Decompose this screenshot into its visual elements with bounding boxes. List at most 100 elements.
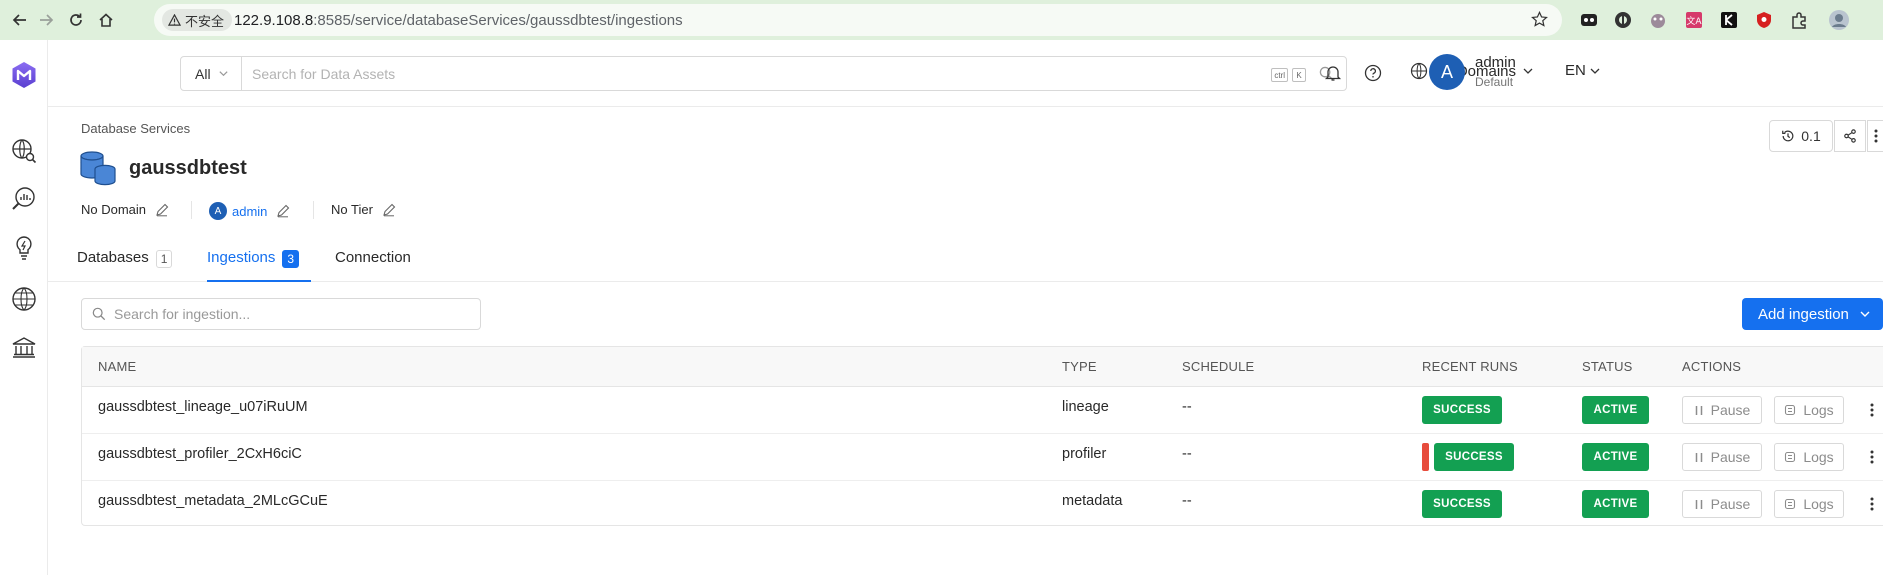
column-header-actions: ACTIONS	[1682, 359, 1742, 374]
forward-icon[interactable]	[31, 5, 61, 35]
warning-icon	[168, 13, 181, 26]
tab-label: Connection	[335, 249, 411, 266]
table-row: gaussdbtest_profiler_2CxH6ciC profiler -…	[82, 434, 1883, 481]
pause-button[interactable]: Pause	[1682, 396, 1762, 424]
ingestion-schedule: --	[1182, 446, 1192, 462]
pause-label: Pause	[1710, 402, 1751, 418]
table-header: NAME TYPE SCHEDULE RECENT RUNS STATUS AC…	[82, 347, 1883, 387]
extension-icon-1[interactable]	[1578, 9, 1600, 31]
domain-field: No Domain	[81, 202, 169, 217]
home-icon[interactable]	[91, 5, 121, 35]
divider	[191, 201, 192, 219]
browser-toolbar: 不安全 122.9.108.8:8585/service/databaseSer…	[0, 0, 1883, 40]
failed-run-indicator[interactable]	[1422, 443, 1429, 471]
status-badge: ACTIVE	[1582, 490, 1649, 518]
logs-icon	[1785, 404, 1796, 416]
help-icon[interactable]	[1362, 62, 1384, 84]
recent-run-badge[interactable]: SUCCESS	[1434, 443, 1514, 471]
logs-button[interactable]: Logs	[1774, 490, 1844, 518]
breadcrumb[interactable]: Database Services	[81, 121, 190, 136]
tab-label: Databases	[77, 249, 149, 266]
column-header-status: STATUS	[1582, 359, 1633, 374]
search-input[interactable]	[242, 57, 1346, 90]
ingestion-name: gaussdbtest_metadata_2MLcGCuE	[98, 493, 328, 509]
security-indicator[interactable]: 不安全	[162, 9, 233, 31]
tab-ingestions[interactable]: Ingestions 3	[207, 249, 311, 282]
extension-icon-4[interactable]: 文A	[1683, 9, 1705, 31]
profile-avatar-icon[interactable]	[1828, 9, 1850, 31]
language-selector[interactable]: EN	[1565, 62, 1601, 79]
owner-field: A admin	[209, 202, 290, 220]
ingestions-table: NAME TYPE SCHEDULE RECENT RUNS STATUS AC…	[81, 346, 1883, 526]
extension-icon-2[interactable]	[1612, 9, 1634, 31]
ingestion-schedule: --	[1182, 399, 1192, 415]
tab-databases[interactable]: Databases 1	[77, 249, 173, 282]
status-badge: ACTIVE	[1582, 443, 1649, 471]
pause-button[interactable]: Pause	[1682, 490, 1762, 518]
app-logo-icon[interactable]	[9, 60, 39, 90]
logs-label: Logs	[1803, 449, 1834, 465]
add-ingestion-button[interactable]: Add ingestion	[1742, 298, 1883, 330]
pause-button[interactable]: Pause	[1682, 443, 1762, 471]
logs-icon	[1785, 498, 1796, 510]
pause-label: Pause	[1710, 449, 1751, 465]
owner-avatar: A	[209, 202, 227, 220]
pause-icon	[1695, 499, 1702, 509]
logs-label: Logs	[1803, 402, 1834, 418]
edit-domain-icon[interactable]	[155, 203, 169, 217]
extensions-icon[interactable]	[1788, 9, 1810, 31]
chevron-down-icon	[1860, 311, 1870, 317]
row-more-icon[interactable]	[1864, 494, 1880, 514]
recent-run-badge[interactable]: SUCCESS	[1422, 396, 1502, 424]
extension-icon-5[interactable]	[1718, 9, 1740, 31]
chevron-down-icon	[1523, 68, 1533, 74]
url-text[interactable]: 122.9.108.8:8585/service/databaseService…	[234, 12, 683, 29]
edit-owner-icon[interactable]	[276, 204, 290, 218]
column-header-name: NAME	[98, 359, 137, 374]
app-header: All ctrl K All Domains EN A admin Defaul…	[48, 40, 1883, 107]
star-icon[interactable]	[1531, 10, 1548, 33]
governance-icon[interactable]	[9, 333, 39, 363]
extension-icon-6[interactable]	[1753, 9, 1775, 31]
ingestion-schedule: --	[1182, 493, 1192, 509]
tab-count: 1	[155, 250, 173, 268]
version-history-button[interactable]: 0.1	[1769, 120, 1833, 152]
logs-button[interactable]: Logs	[1774, 396, 1844, 424]
user-name[interactable]: admin	[1475, 54, 1516, 71]
row-more-icon[interactable]	[1864, 400, 1880, 420]
explore-icon[interactable]	[9, 136, 39, 166]
shortcut-ctrl-key: ctrl	[1271, 68, 1288, 82]
bell-icon[interactable]	[1322, 62, 1344, 84]
user-avatar[interactable]: A	[1429, 54, 1465, 90]
pause-icon	[1695, 452, 1702, 462]
search-scope-label: All	[195, 65, 211, 82]
ingestion-type: profiler	[1062, 446, 1107, 462]
pause-icon	[1695, 405, 1702, 415]
share-button[interactable]	[1834, 120, 1866, 152]
reload-icon[interactable]	[61, 5, 91, 35]
user-role: Default	[1475, 75, 1514, 89]
ingestion-name: gaussdbtest_lineage_u07iRuUM	[98, 399, 308, 415]
insights-icon[interactable]	[9, 233, 39, 263]
logs-button[interactable]: Logs	[1774, 443, 1844, 471]
recent-run-badge[interactable]: SUCCESS	[1422, 490, 1502, 518]
address-bar[interactable]: 不安全 122.9.108.8:8585/service/databaseSer…	[154, 4, 1562, 36]
data-quality-icon[interactable]	[9, 184, 39, 214]
share-icon	[1844, 129, 1856, 143]
row-more-icon[interactable]	[1864, 447, 1880, 467]
column-header-schedule: SCHEDULE	[1182, 359, 1255, 374]
ingestion-search-input[interactable]	[114, 306, 464, 322]
edit-tier-icon[interactable]	[382, 203, 396, 217]
language-label: EN	[1565, 62, 1586, 79]
owner-link[interactable]: admin	[232, 204, 267, 219]
chevron-down-icon	[218, 71, 228, 77]
tab-connection[interactable]: Connection	[335, 249, 411, 282]
search-scope-select[interactable]: All	[181, 57, 242, 90]
ingestion-type: metadata	[1062, 493, 1123, 509]
extension-icon-3[interactable]	[1647, 9, 1669, 31]
page-more-button[interactable]	[1867, 120, 1883, 152]
domains-icon[interactable]	[9, 284, 39, 314]
tab-label: Ingestions	[207, 249, 276, 266]
insecure-label: 不安全	[185, 13, 225, 29]
table-row: gaussdbtest_metadata_2MLcGCuE metadata -…	[82, 481, 1883, 528]
